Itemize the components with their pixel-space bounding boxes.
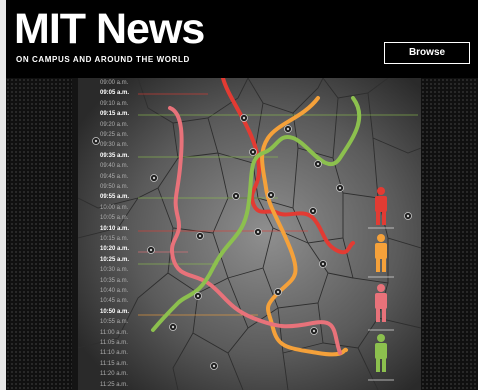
time-label: 10:55 a.m. (100, 319, 129, 326)
time-label: 11:25 a.m. (100, 381, 128, 388)
time-label: 10:30 a.m. (100, 267, 129, 274)
time-label: 09:40 a.m. (100, 163, 129, 170)
time-label: 10:35 a.m. (100, 277, 129, 284)
right-pattern-panel (421, 78, 478, 390)
time-label: 09:05 a.m. (100, 90, 130, 97)
time-label: 10:50 a.m. (100, 308, 130, 315)
time-label: 10:05 a.m. (100, 215, 129, 222)
left-pattern-panel (6, 78, 72, 390)
time-label: 11:00 a.m. (100, 329, 128, 336)
time-label: 10:15 a.m. (100, 236, 129, 242)
time-label: 09:30 a.m. (100, 142, 129, 149)
time-label: 09:20 a.m. (100, 121, 129, 128)
site-tagline: ON CAMPUS AND AROUND THE WORLD (16, 55, 190, 64)
time-label: 11:05 a.m. (100, 340, 128, 346)
time-label: 11:20 a.m. (100, 371, 128, 378)
time-label: 10:25 a.m. (100, 256, 130, 263)
time-label: 10:10 a.m. (100, 225, 130, 232)
browse-button[interactable]: Browse (384, 42, 470, 64)
path-visualization (78, 78, 421, 390)
time-label: 09:10 a.m. (100, 100, 129, 107)
time-label: 10:40 a.m. (100, 288, 129, 294)
time-label: 11:15 a.m. (100, 360, 128, 367)
time-label: 11:10 a.m. (100, 350, 128, 357)
time-label: 10:00 a.m. (100, 204, 129, 211)
time-label: 09:45 a.m. (100, 173, 129, 180)
site-logo[interactable]: MIT News (14, 6, 205, 52)
time-label: 09:00 a.m. (100, 80, 129, 86)
time-label: 09:50 a.m. (100, 184, 129, 190)
site-header: MIT News ON CAMPUS AND AROUND THE WORLD … (6, 0, 478, 78)
time-label: 09:25 a.m. (100, 132, 129, 138)
map-background (78, 78, 421, 390)
time-label: 09:15 a.m. (100, 111, 130, 118)
time-label: 09:35 a.m. (100, 152, 130, 159)
time-label: 09:55 a.m. (100, 194, 130, 201)
time-label: 10:20 a.m. (100, 246, 130, 253)
time-label: 10:45 a.m. (100, 298, 129, 305)
